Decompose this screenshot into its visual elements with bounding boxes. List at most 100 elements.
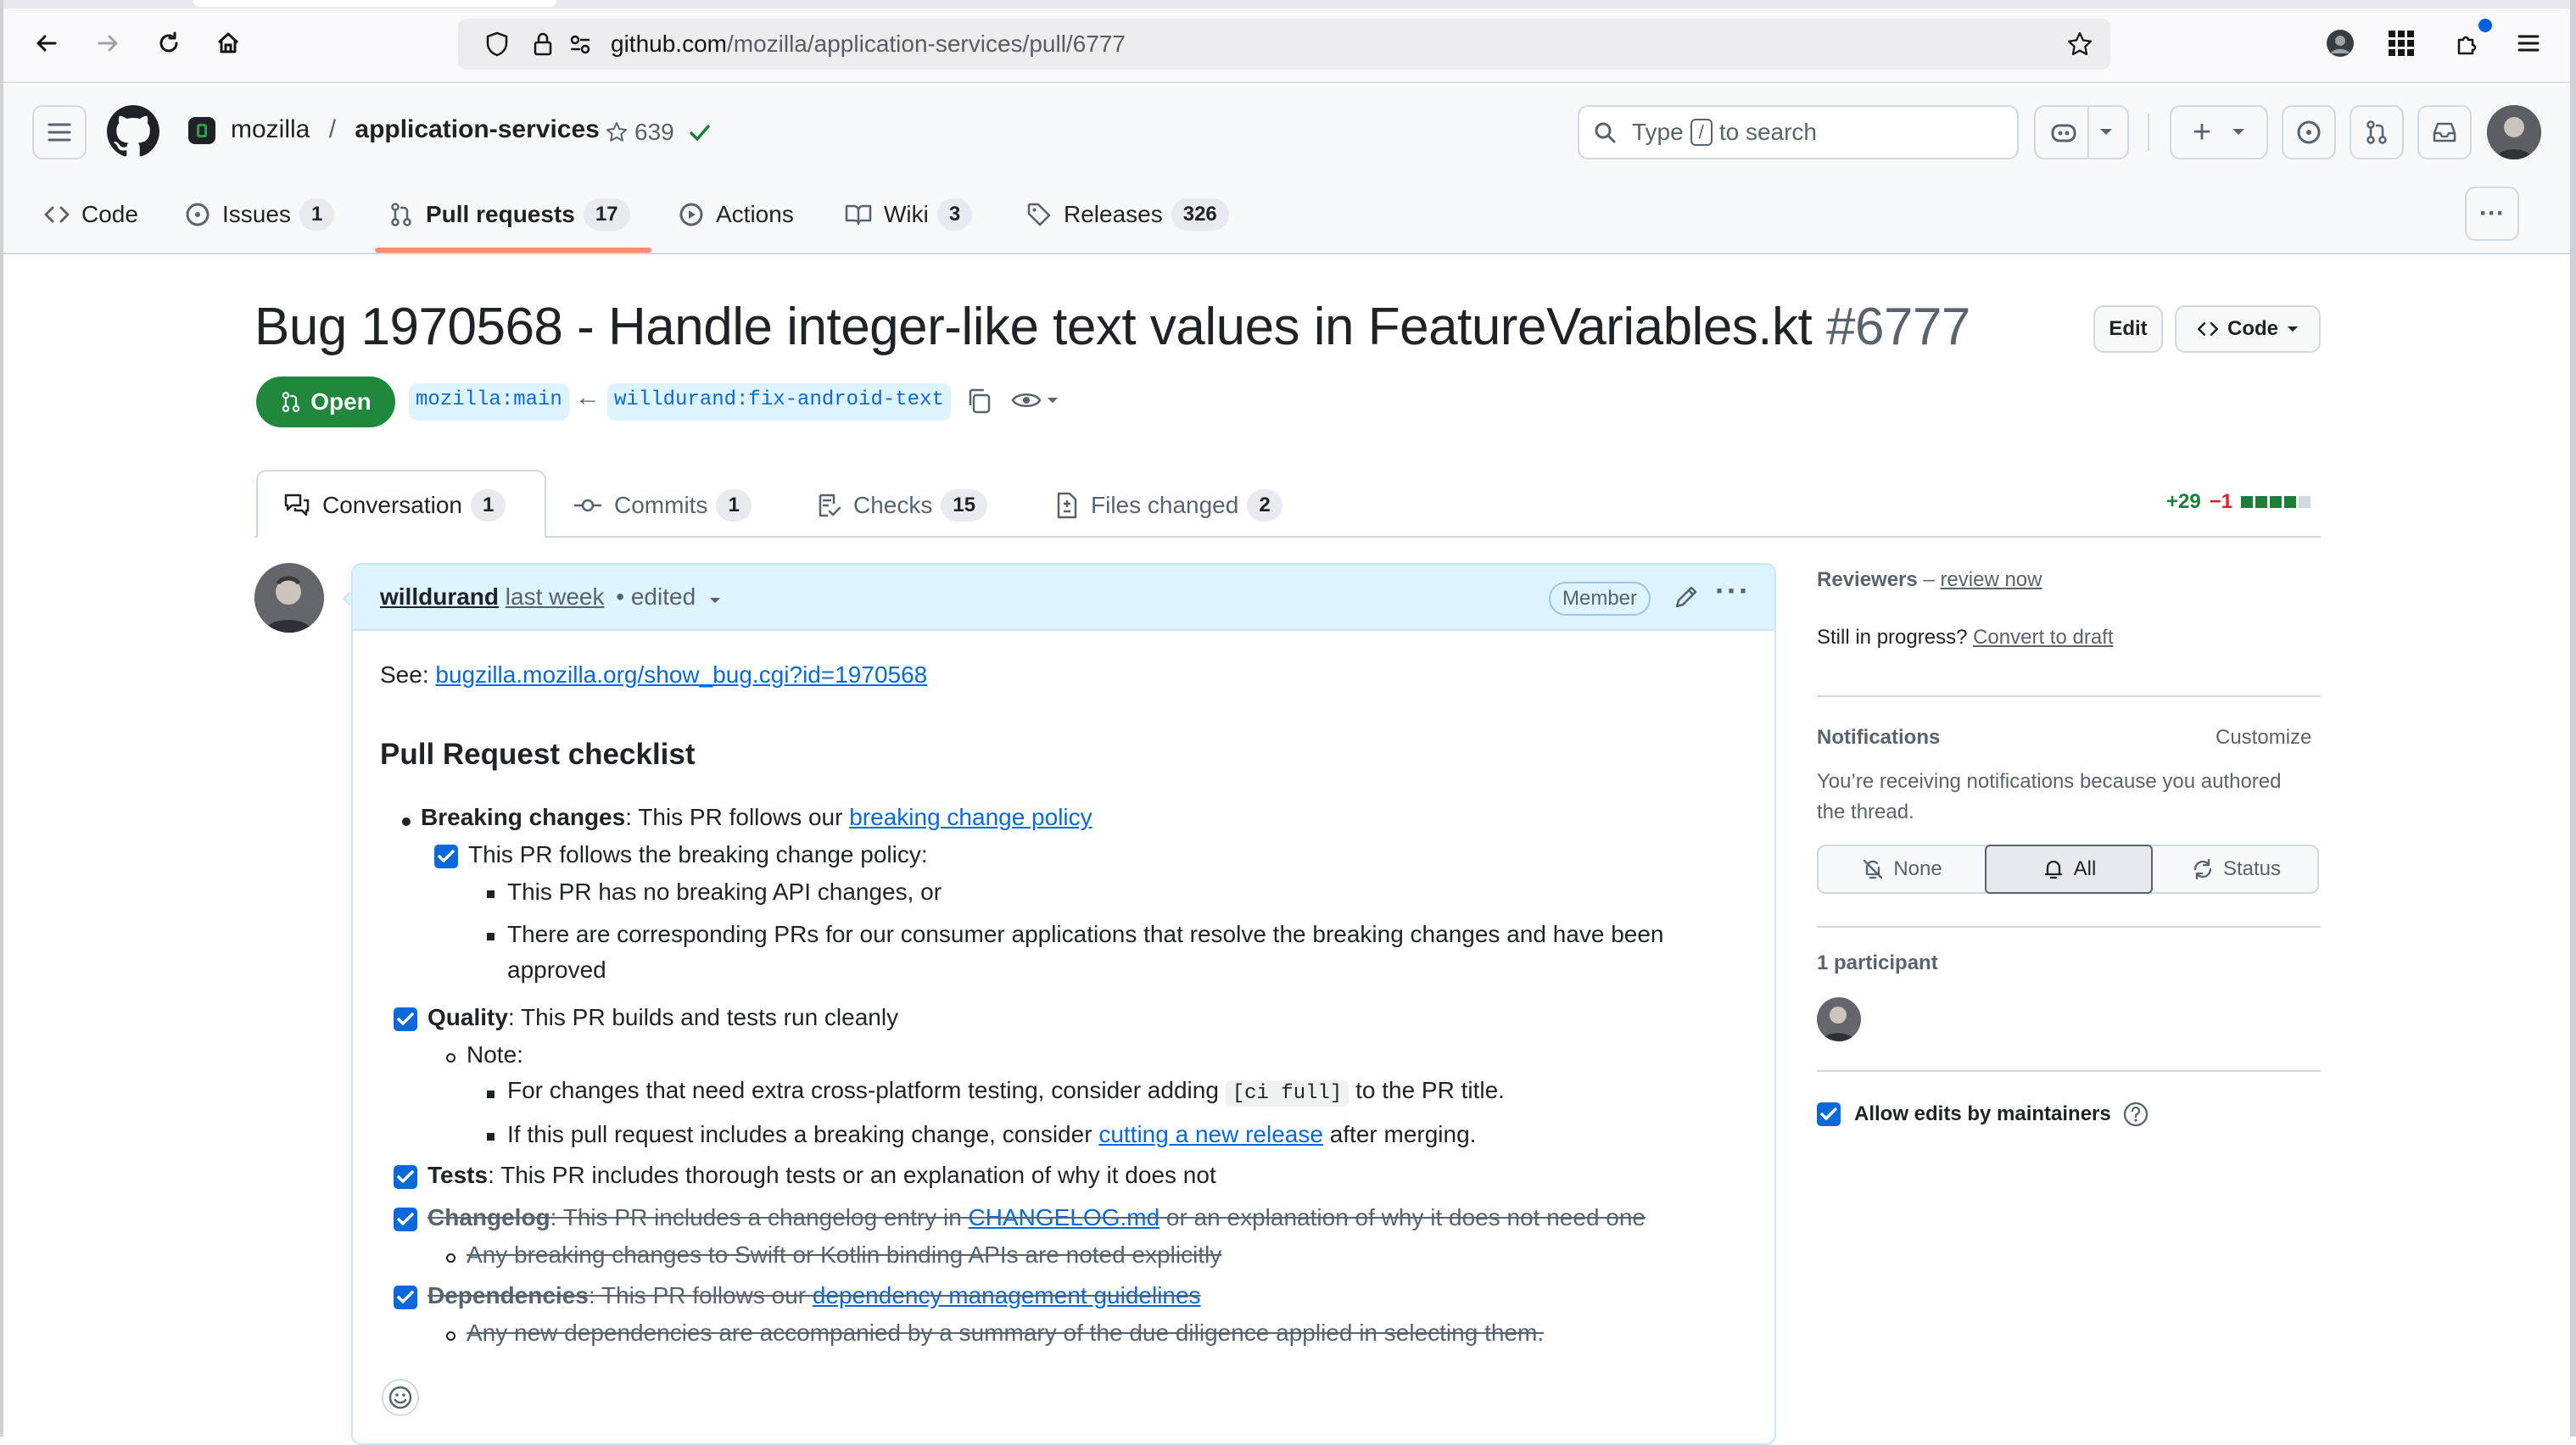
notif-none-button[interactable]: None xyxy=(1819,846,1985,892)
copilot-button[interactable] xyxy=(2034,105,2129,159)
watch-diff-dropdown[interactable] xyxy=(1011,388,1059,412)
additions: +29 xyxy=(2166,490,2201,513)
file-diff-icon xyxy=(1057,492,1077,519)
pencil-icon[interactable] xyxy=(1673,583,1700,611)
search-input[interactable]: Type / to search xyxy=(1578,105,2019,159)
repo-nav-code[interactable]: Code xyxy=(44,193,138,236)
dependencies-checkbox[interactable] xyxy=(394,1286,417,1309)
profile-avatar-icon[interactable] xyxy=(2321,24,2360,63)
forward-icon[interactable] xyxy=(88,24,127,63)
checklist-heading: Pull Request checklist xyxy=(380,738,696,771)
author-avatar[interactable] xyxy=(254,563,324,633)
lock-icon[interactable] xyxy=(529,31,556,58)
extensions-icon[interactable] xyxy=(2448,19,2492,63)
in-progress-text: Still in progress? xyxy=(1817,626,1968,649)
notif-status-button[interactable]: Status xyxy=(2153,846,2319,892)
quality-item: Quality: This PR builds and tests run cl… xyxy=(427,1004,898,1031)
global-menu-button[interactable] xyxy=(32,105,87,159)
question-icon[interactable] xyxy=(2122,1101,2149,1128)
status-label: Open xyxy=(310,388,372,415)
pull-requests-button[interactable] xyxy=(2350,105,2404,159)
repo-more-button[interactable]: ··· xyxy=(2465,187,2519,241)
kebab-menu-icon[interactable]: ··· xyxy=(1715,573,1751,609)
bell-icon xyxy=(2044,860,2062,879)
deps-link[interactable]: dependency management guidelines xyxy=(813,1282,1201,1308)
check-icon xyxy=(689,125,710,141)
create-new-button[interactable]: + xyxy=(2170,105,2268,159)
branch-arrow: ← xyxy=(575,383,601,411)
changelog-text2: or an explanation of why it does not nee… xyxy=(1159,1204,1646,1230)
allow-edits-checkbox[interactable] xyxy=(1817,1102,1841,1126)
tab-commits[interactable]: Commits 1 xyxy=(573,487,752,524)
head-branch[interactable]: willdurand:fix-android-text xyxy=(607,383,951,421)
timestamp-link[interactable]: last week xyxy=(506,583,605,610)
permissions-icon[interactable] xyxy=(567,31,594,58)
repo-nav-pull-requests[interactable]: Pull requests 17 xyxy=(388,193,630,236)
changelog-link[interactable]: CHANGELOG.md xyxy=(969,1204,1160,1230)
review-now-link[interactable]: review now xyxy=(1940,568,2042,591)
checkmark-icon xyxy=(397,1013,414,1025)
home-icon[interactable] xyxy=(209,24,248,63)
tab-files-changed[interactable]: Files changed 2 xyxy=(1055,487,1282,524)
breaking-policy-link[interactable]: breaking change policy xyxy=(849,804,1092,830)
sidebar-divider xyxy=(1817,695,2321,697)
tab-files-label: Files changed xyxy=(1091,492,1239,518)
bullet xyxy=(446,1331,455,1341)
chevron-down-icon xyxy=(1047,397,1059,403)
chevron-down-icon xyxy=(709,598,721,604)
active-tab-stub[interactable] xyxy=(193,0,556,7)
shield-icon[interactable] xyxy=(483,31,511,58)
tab-checks[interactable]: Checks 15 xyxy=(816,487,988,524)
copy-icon[interactable] xyxy=(965,387,994,416)
edit-title-button[interactable]: Edit xyxy=(2093,305,2163,353)
org-avatar-icon xyxy=(188,117,215,144)
apps-grid-icon[interactable] xyxy=(2382,24,2421,63)
author-link[interactable]: willdurand xyxy=(380,583,499,610)
participant-avatar[interactable] xyxy=(1817,997,1861,1041)
diff-block xyxy=(2255,496,2268,508)
chevron-down-icon xyxy=(2232,129,2245,135)
repo-nav-releases[interactable]: Releases 326 xyxy=(1026,193,1229,236)
convert-to-draft-link[interactable]: Convert to draft xyxy=(1973,626,2113,649)
add-reaction-button[interactable] xyxy=(382,1379,419,1416)
user-avatar[interactable] xyxy=(2487,105,2541,159)
repo-link[interactable]: application-services xyxy=(355,115,599,143)
notif-all-button[interactable]: All xyxy=(1985,845,2153,894)
base-branch[interactable]: mozilla:main xyxy=(409,383,569,421)
reload-icon[interactable] xyxy=(149,24,188,63)
page-title: Bug 1970568 - Handle integer-like text v… xyxy=(254,297,1970,357)
code-dropdown-button[interactable]: Code xyxy=(2175,305,2321,353)
bullet xyxy=(402,817,411,826)
back-icon[interactable] xyxy=(27,24,66,63)
notif-reason-2: the thread. xyxy=(1817,801,1914,823)
bullet xyxy=(487,933,495,940)
owner-link[interactable]: mozilla xyxy=(231,115,310,143)
edited-dropdown[interactable]: • edited xyxy=(616,583,721,610)
new-release-link[interactable]: cutting a new release xyxy=(1098,1121,1323,1147)
changelog-checkbox[interactable] xyxy=(394,1208,417,1231)
url-bar[interactable]: github.com/mozilla/application-services/… xyxy=(458,19,2110,70)
note2a: If this pull request includes a breaking… xyxy=(507,1121,1092,1147)
issues-button[interactable] xyxy=(2282,105,2336,159)
breaking-text: : This PR follows our xyxy=(625,804,850,830)
star-count-value: 639 xyxy=(634,119,674,145)
tests-checkbox[interactable] xyxy=(394,1165,417,1189)
repo-nav-issues[interactable]: Issues 1 xyxy=(185,193,335,236)
quality-checkbox[interactable] xyxy=(394,1007,417,1031)
repo-nav-actions[interactable]: Actions xyxy=(679,193,794,236)
customize-link[interactable]: Customize xyxy=(2216,726,2311,750)
deps-text: : This PR follows our xyxy=(588,1282,813,1308)
bookmark-star-icon[interactable] xyxy=(2066,31,2093,58)
bugzilla-link[interactable]: bugzilla.mozilla.org/show_bug.cgi?id=197… xyxy=(435,661,927,688)
star-count[interactable]: 639 xyxy=(606,119,712,146)
github-logo-icon[interactable] xyxy=(107,105,159,158)
breaking-policy-checkbox[interactable] xyxy=(434,845,458,868)
tab-conversation[interactable]: Conversation 1 xyxy=(283,487,506,524)
menu-hamburger-icon[interactable] xyxy=(2509,24,2548,63)
repo-nav-wiki[interactable]: Wiki 3 xyxy=(845,193,973,236)
inbox-button[interactable] xyxy=(2417,105,2472,159)
see-line: See: bugzilla.mozilla.org/show_bug.cgi?i… xyxy=(380,661,927,689)
url-text[interactable]: github.com/mozilla/application-services/… xyxy=(611,31,1126,58)
deletions: −1 xyxy=(2209,490,2233,513)
member-badge: Member xyxy=(1549,582,1651,616)
